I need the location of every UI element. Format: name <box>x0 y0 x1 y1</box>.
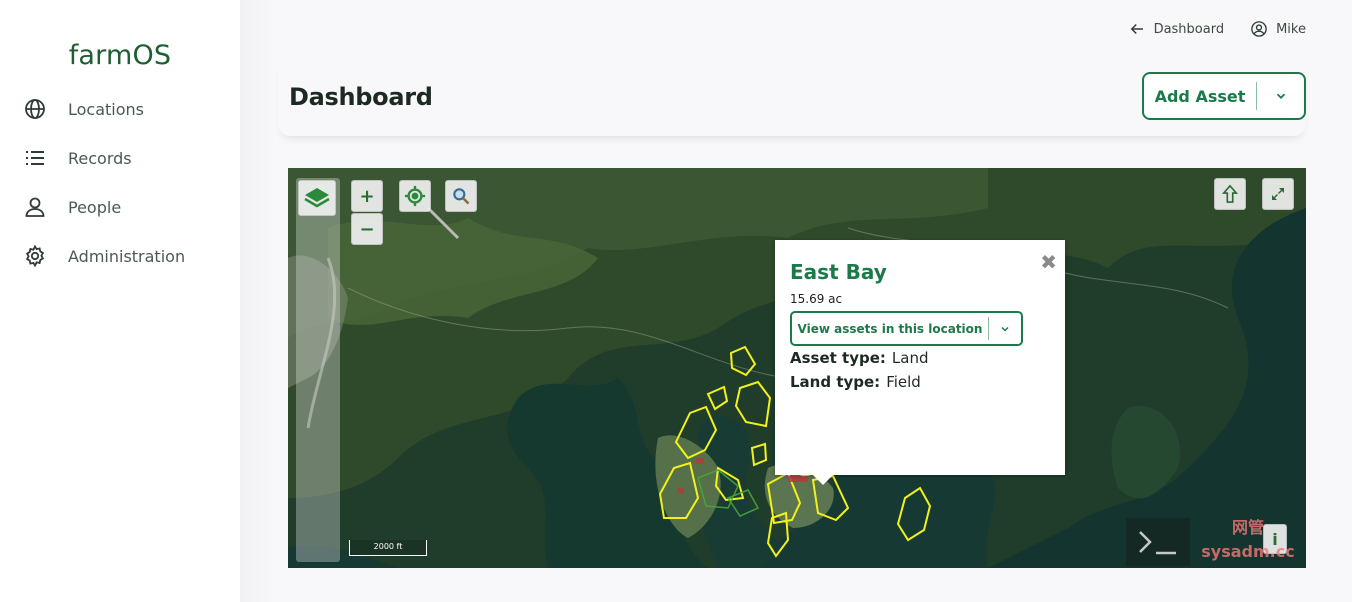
sidebar-item-label: Locations <box>68 99 145 119</box>
zoom-out-button[interactable]: − <box>351 213 383 245</box>
user-circle-icon <box>1251 21 1267 37</box>
sidebar: farmOS Locations Records People Administ… <box>0 0 240 602</box>
location-popup: East Bay ✖ 15.69 ac View assets in this … <box>775 240 1065 485</box>
arrow-left-icon <box>1130 23 1143 35</box>
crosshair-icon <box>404 185 426 207</box>
rotate-north-button[interactable] <box>1214 178 1246 210</box>
geolocate-button[interactable] <box>399 180 431 212</box>
asset-type-label: Asset type: <box>790 349 886 367</box>
asset-type-row: Asset type: Land <box>790 349 928 367</box>
layers-icon <box>304 188 330 208</box>
app-logo[interactable]: farmOS <box>0 40 240 71</box>
fullscreen-button[interactable] <box>1262 178 1294 210</box>
button-divider <box>1256 82 1257 110</box>
close-icon[interactable]: ✖ <box>1040 250 1057 274</box>
add-asset-split-button: Add Asset <box>1142 72 1306 120</box>
zoom-in-button[interactable]: + <box>351 180 383 212</box>
sidebar-item-label: Administration <box>68 246 186 266</box>
globe-icon <box>23 97 47 121</box>
gear-icon <box>23 244 47 268</box>
expand-icon <box>1272 188 1284 200</box>
top-bar: Dashboard Mike <box>1128 20 1306 38</box>
chevron-down-icon <box>1276 93 1285 99</box>
view-assets-button[interactable]: View assets in this location <box>792 313 988 344</box>
sidebar-item-label: Records <box>68 148 132 168</box>
button-divider <box>988 317 989 340</box>
view-assets-split-button: View assets in this location <box>790 311 1023 346</box>
sidebar-shadow <box>240 0 276 602</box>
sidebar-item-label: People <box>68 197 122 217</box>
user-name: Mike <box>1276 21 1306 37</box>
list-icon <box>23 146 47 170</box>
land-type-label: Land type: <box>790 373 881 391</box>
back-to-dashboard-link[interactable]: Dashboard <box>1128 20 1225 38</box>
layer-switcher-button[interactable] <box>298 180 336 216</box>
chevron-down-icon <box>1001 326 1009 332</box>
back-link-label: Dashboard <box>1153 21 1225 37</box>
land-type-value: Field <box>886 373 921 391</box>
map-search-button[interactable] <box>445 180 477 212</box>
asset-type-value: Land <box>891 349 929 367</box>
sidebar-item-people[interactable]: People <box>0 187 240 227</box>
watermark-text: 网管 sysadm.cc <box>1201 518 1295 561</box>
map-control-strip <box>296 178 340 562</box>
add-asset-button[interactable]: Add Asset <box>1144 74 1256 118</box>
user-menu[interactable]: Mike <box>1250 20 1306 38</box>
land-type-row: Land type: Field <box>790 373 921 391</box>
arrow-up-icon <box>1221 184 1239 203</box>
view-assets-dropdown-button[interactable] <box>989 313 1021 344</box>
popup-title[interactable]: East Bay <box>790 260 887 284</box>
search-icon <box>453 188 470 205</box>
user-icon <box>23 195 47 219</box>
page-title: Dashboard <box>289 83 433 111</box>
map-scale-bar: 2000 ft <box>349 540 427 556</box>
popup-area: 15.69 ac <box>790 292 843 306</box>
sidebar-item-locations[interactable]: Locations <box>0 89 240 129</box>
sidebar-item-records[interactable]: Records <box>0 138 240 178</box>
add-asset-dropdown-button[interactable] <box>1257 74 1304 118</box>
terminal-watermark-icon <box>1126 518 1190 566</box>
sidebar-item-administration[interactable]: Administration <box>0 236 240 276</box>
